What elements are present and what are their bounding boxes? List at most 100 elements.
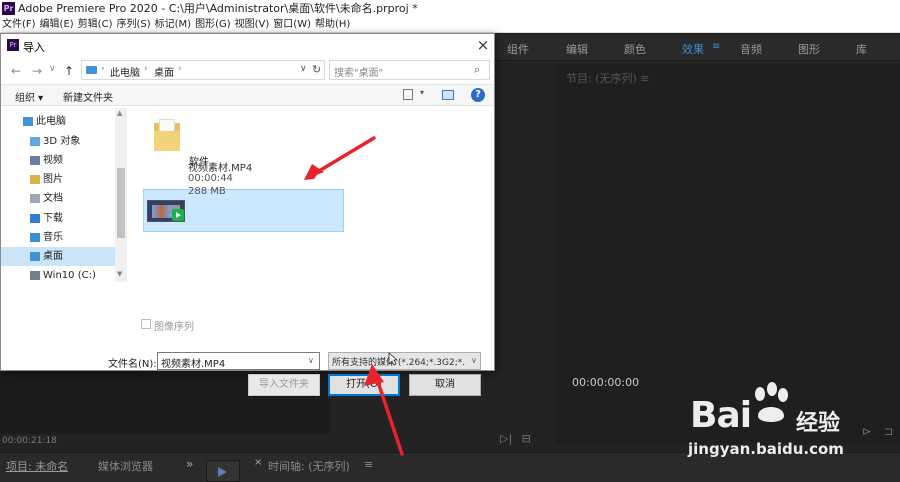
- navigation-tree: 此电脑 3D 对象 视频 图片 文档 下载 音乐 桌面 Win10 (C:): [1, 108, 127, 282]
- baidu-paw-logo-icon: [755, 382, 788, 422]
- menu-window[interactable]: 窗口(W): [271, 17, 313, 33]
- menu-file[interactable]: 文件(F): [0, 17, 38, 33]
- tab-timeline[interactable]: 时间轴: (无序列): [268, 458, 350, 474]
- source-monitor-timecode[interactable]: 00:00:21:18: [2, 436, 57, 446]
- insert-icon[interactable]: ▷|: [500, 432, 512, 445]
- export-frame-icon[interactable]: ⊟: [522, 432, 531, 445]
- search-box[interactable]: 搜索"桌面" ⌕: [329, 60, 490, 80]
- close-icon[interactable]: ×: [475, 37, 491, 53]
- image-sequence-checkbox[interactable]: [141, 319, 151, 329]
- import-dialog: Pr 导入 × ← → ∨ ↑ › 此电脑 › 桌面 › ∨ ↻ 搜索"桌面" …: [0, 33, 495, 396]
- tree-item-desktop[interactable]: 桌面: [1, 247, 115, 266]
- timeline-close-icon[interactable]: ×: [254, 457, 262, 468]
- preview-pane-icon[interactable]: [442, 90, 454, 100]
- videos-icon: [30, 156, 40, 165]
- breadcrumb-desktop[interactable]: 桌面: [154, 64, 174, 79]
- desktop-icon: [30, 252, 40, 261]
- workspace-tab-effects[interactable]: 效果: [682, 41, 704, 57]
- source-monitor-controls: ▷| ⊟: [500, 432, 531, 445]
- step-forward-icon[interactable]: ⊳: [862, 425, 871, 438]
- pictures-icon: [30, 175, 40, 184]
- selection-tool-button[interactable]: [206, 460, 240, 482]
- filename-dropdown-icon[interactable]: ∨: [308, 356, 314, 365]
- scrollbar-thumb[interactable]: [117, 168, 125, 238]
- menu-view[interactable]: 视图(V): [233, 17, 272, 33]
- menu-markers[interactable]: 标记(M): [153, 17, 193, 33]
- annotation-arrow-to-open: [364, 364, 404, 456]
- menu-sequence[interactable]: 序列(S): [114, 17, 152, 33]
- tree-item-drive-c[interactable]: Win10 (C:): [1, 266, 115, 285]
- workspace-tab-graphics[interactable]: 图形: [798, 41, 820, 57]
- timeline-menu-icon[interactable]: ≡: [364, 458, 373, 471]
- tree-item-videos[interactable]: 视频: [1, 151, 115, 170]
- breadcrumb-separator: ›: [178, 64, 182, 74]
- filename-label: 文件名(N):: [108, 359, 157, 370]
- go-to-out-icon[interactable]: ⊐: [884, 425, 893, 438]
- drive-icon: [30, 271, 40, 280]
- breadcrumb-this-pc[interactable]: 此电脑: [110, 64, 140, 79]
- workspace-tab-color[interactable]: 颜色: [624, 41, 646, 57]
- tree-item-music[interactable]: 音乐: [1, 228, 115, 247]
- refresh-icon[interactable]: ↻: [312, 63, 321, 76]
- address-dropdown-icon[interactable]: ∨: [300, 64, 307, 74]
- workspace-tab-libraries[interactable]: 库: [856, 41, 867, 57]
- workspace-tab-audio[interactable]: 音频: [740, 41, 762, 57]
- music-icon: [30, 233, 40, 242]
- tree-item-documents[interactable]: 文档: [1, 189, 115, 208]
- organize-button[interactable]: 组织 ▾: [15, 89, 43, 104]
- address-bar[interactable]: › 此电脑 › 桌面 › ∨ ↻: [81, 60, 325, 80]
- recent-locations-dropdown-icon[interactable]: ∨: [49, 64, 56, 74]
- file-name: 视频素材.MP4: [188, 163, 253, 174]
- image-sequence-label: 图像序列: [154, 322, 194, 333]
- tree-item-this-pc[interactable]: 此电脑: [1, 112, 115, 131]
- dialog-toolbar: 组织 ▾ 新建文件夹 ▾ ?: [1, 84, 494, 106]
- premiere-logo-icon: Pr: [2, 2, 15, 15]
- up-arrow-icon[interactable]: ↑: [64, 64, 74, 78]
- menu-edit[interactable]: 编辑(E): [38, 17, 76, 33]
- annotation-arrow-to-file: [304, 136, 376, 180]
- folder-front: [154, 131, 180, 151]
- computer-icon: [23, 117, 33, 126]
- panel-overflow-icon[interactable]: »: [186, 457, 193, 471]
- file-duration: 00:00:44: [188, 173, 233, 184]
- mouse-cursor-icon: [388, 352, 398, 366]
- tab-media-browser[interactable]: 媒体浏览器: [98, 458, 153, 474]
- app-menubar: 文件(F) 编辑(E) 剪辑(C) 序列(S) 标记(M) 图形(G) 视图(V) 窗口(W)…: [0, 17, 900, 33]
- baidu-watermark-text: Bai: [690, 395, 752, 436]
- folder-software-icon[interactable]: [154, 119, 180, 151]
- filename-input[interactable]: 视频素材.MP4 ∨: [157, 352, 320, 370]
- menu-help[interactable]: 帮助(H): [313, 17, 352, 33]
- video-file-icon: [147, 200, 185, 222]
- file-type-dropdown-icon[interactable]: ∨: [471, 356, 477, 365]
- help-icon[interactable]: ?: [471, 88, 485, 102]
- new-folder-button[interactable]: 新建文件夹: [63, 89, 113, 104]
- tree-item-label: 视频: [43, 155, 63, 166]
- program-monitor-timecode[interactable]: 00:00:00:00: [572, 376, 639, 389]
- menu-clip[interactable]: 剪辑(C): [76, 17, 115, 33]
- workspace-bar: 组件 编辑 颜色 效果 ≡ 音频 图形 库: [495, 35, 900, 61]
- tree-item-label: Win10 (C:): [43, 270, 96, 281]
- search-placeholder: 搜索"桌面": [334, 68, 384, 79]
- scroll-up-icon[interactable]: ▲: [117, 109, 122, 117]
- search-icon[interactable]: ⌕: [474, 63, 480, 77]
- forward-arrow-icon[interactable]: →: [32, 64, 42, 78]
- tree-item-downloads[interactable]: 下载: [1, 209, 115, 228]
- view-dropdown-icon[interactable]: ▾: [420, 88, 424, 97]
- tree-item-label: 文档: [43, 193, 63, 204]
- workspace-tab-assembly[interactable]: 组件: [507, 41, 529, 57]
- scroll-down-icon[interactable]: ▼: [117, 270, 122, 278]
- menu-graphics[interactable]: 图形(G): [193, 17, 233, 33]
- tree-item-3d-objects[interactable]: 3D 对象: [1, 132, 115, 151]
- view-options-icon[interactable]: [403, 89, 413, 100]
- tab-project[interactable]: 项目: 未命名: [6, 458, 68, 474]
- app-titlebar: Pr Adobe Premiere Pro 2020 - C:\用户\Admin…: [0, 0, 900, 17]
- program-monitor-title[interactable]: 节目: (无序列) ≡: [566, 70, 650, 86]
- import-folder-button[interactable]: 导入文件夹: [248, 374, 320, 396]
- workspace-menu-icon[interactable]: ≡: [712, 41, 720, 52]
- back-arrow-icon[interactable]: ←: [11, 64, 21, 78]
- breadcrumb-separator: ›: [101, 64, 105, 74]
- workspace-tab-editing[interactable]: 编辑: [566, 41, 588, 57]
- tree-item-pictures[interactable]: 图片: [1, 170, 115, 189]
- tree-item-label: 此电脑: [36, 116, 66, 127]
- tree-scrollbar[interactable]: ▲ ▼: [115, 108, 127, 282]
